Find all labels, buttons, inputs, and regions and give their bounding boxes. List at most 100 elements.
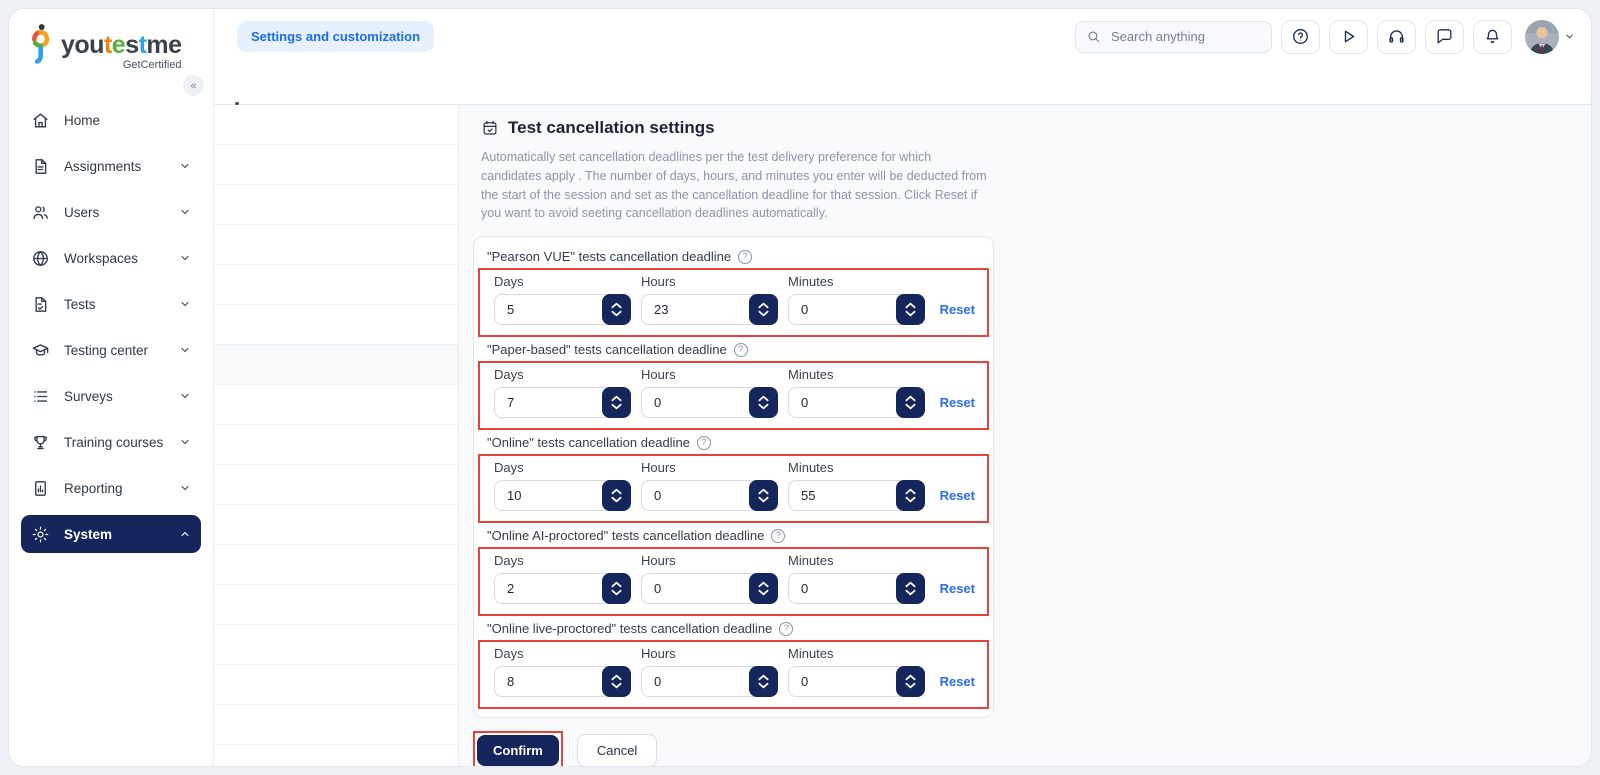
main-column: Settings and customization [214, 9, 1591, 766]
reset-link[interactable]: Reset [940, 488, 975, 503]
content: Test cancellation settings Automatically… [459, 105, 1591, 766]
bell-button[interactable] [1473, 20, 1512, 54]
minutes-stepper[interactable] [896, 387, 925, 418]
menu-item-test-authorization-limit[interactable] [214, 425, 458, 465]
chevron-up-icon [905, 302, 916, 309]
hours-field: Hours [641, 460, 778, 511]
tabs [214, 64, 1591, 105]
breadcrumb[interactable]: Settings and customization [237, 21, 434, 52]
reset-link[interactable]: Reset [940, 395, 975, 410]
hours-label: Hours [641, 274, 778, 289]
minutes-stepper[interactable] [896, 573, 925, 604]
hours-stepper[interactable] [749, 387, 778, 418]
menu-item-password-configuration[interactable] [214, 225, 458, 265]
days-stepper[interactable] [602, 387, 631, 418]
chevron-down-icon [611, 496, 622, 503]
menu-item-answer-ordinal-markup[interactable] [214, 465, 458, 505]
chevron-down-icon [905, 589, 916, 596]
chevron-up-icon [758, 488, 769, 495]
chevron-up-icon [758, 674, 769, 681]
hours-stepper[interactable] [749, 573, 778, 604]
sidebar-item-label: Testing center [64, 343, 148, 358]
chevron-up-icon [611, 581, 622, 588]
reset-link[interactable]: Reset [940, 581, 975, 596]
logo-letter: you [61, 31, 104, 59]
days-label: Days [494, 274, 631, 289]
sidebar-item-home[interactable]: Home [21, 97, 201, 143]
help-button[interactable] [1281, 20, 1320, 54]
menu-item-test-cancellation-settings[interactable] [214, 345, 458, 385]
hours-field: Hours [641, 367, 778, 418]
sidebar-subitem[interactable] [26, 565, 199, 585]
menu-item-date-and-time[interactable] [214, 105, 458, 145]
cancel-button[interactable]: Cancel [577, 734, 657, 766]
menu-item-web-session-parameters[interactable] [214, 145, 458, 185]
chevron-down-icon [611, 310, 622, 317]
sidebar-item-workspaces[interactable]: Workspaces [21, 235, 201, 281]
menu-item-test-booking-settings[interactable] [214, 305, 458, 345]
sidebar-item-reporting[interactable]: Reporting [21, 465, 201, 511]
days-stepper[interactable] [602, 666, 631, 697]
menu-item-upcoming-testing-session[interactable] [214, 705, 458, 745]
avatar[interactable] [1525, 20, 1559, 54]
menu-item-score-report-setup[interactable] [214, 505, 458, 545]
play-button[interactable] [1329, 20, 1368, 54]
chevron-down-icon [905, 682, 916, 689]
days-stepper[interactable] [602, 294, 631, 325]
menu-item-attempt-continuation-settings[interactable] [214, 385, 458, 425]
actions-row: Confirm Cancel [473, 731, 1571, 766]
deadline-group-label: "Online live-proctored" tests cancellati… [487, 621, 772, 636]
days-field: Days [494, 367, 631, 418]
logo: youtestme GetCertified [9, 21, 213, 71]
sidebar-item-users[interactable]: Users [21, 189, 201, 235]
minutes-stepper[interactable] [896, 480, 925, 511]
users-icon [31, 202, 51, 222]
days-stepper[interactable] [602, 573, 631, 604]
menu-item-internal-network[interactable] [214, 185, 458, 225]
minutes-stepper[interactable] [896, 294, 925, 325]
sidebar-subitem[interactable] [26, 605, 199, 625]
chevron-down-icon [179, 206, 191, 218]
sidebar-item-tests[interactable]: Tests [21, 281, 201, 327]
menu-item-safe-exam-browser-configurations[interactable] [214, 585, 458, 625]
hours-field: Hours [641, 646, 778, 697]
sidebar-item-assignments[interactable]: Assignments [21, 143, 201, 189]
hours-label: Hours [641, 553, 778, 568]
sidebar-item-system[interactable]: System [21, 515, 201, 553]
search-input[interactable] [1109, 28, 1261, 45]
chevron-down-icon [179, 482, 191, 494]
minutes-stepper[interactable] [896, 666, 925, 697]
reset-link[interactable]: Reset [940, 674, 975, 689]
chevron-down-icon [1564, 31, 1575, 42]
minutes-label: Minutes [788, 553, 925, 568]
deadline-group-label: "Online AI-proctored" tests cancellation… [487, 528, 764, 543]
menu-item-user-account-settings[interactable] [214, 265, 458, 305]
chat-button[interactable] [1425, 20, 1464, 54]
menu-item-knowledge-deficiency-report-setup[interactable] [214, 545, 458, 585]
sidebar-subitem[interactable] [26, 585, 199, 605]
headset-button[interactable] [1377, 20, 1416, 54]
reset-link[interactable]: Reset [940, 302, 975, 317]
menu-item-email-server[interactable] [214, 665, 458, 705]
user-menu[interactable] [1525, 20, 1575, 54]
sidebar-item-training-courses[interactable]: Training courses [21, 419, 201, 465]
hours-stepper[interactable] [749, 294, 778, 325]
chevron-up-icon [905, 395, 916, 402]
sidebar-item-label: Users [64, 205, 99, 220]
sidebar-collapse-button[interactable]: « [183, 75, 204, 96]
system-subnav [9, 557, 213, 625]
chevron-up-icon [758, 302, 769, 309]
days-stepper[interactable] [602, 480, 631, 511]
menu-item-enable-test-update[interactable] [214, 745, 458, 766]
confirm-button[interactable]: Confirm [477, 735, 559, 766]
deadline-group-title: "Paper-based" tests cancellation deadlin… [487, 342, 983, 357]
menu-item-additional-modules-setup[interactable] [214, 625, 458, 665]
hours-label: Hours [641, 646, 778, 661]
hours-stepper[interactable] [749, 666, 778, 697]
hours-stepper[interactable] [749, 480, 778, 511]
sidebar-item-surveys[interactable]: Surveys [21, 373, 201, 419]
sidebar-item-label: Home [64, 113, 100, 128]
sidebar-item-testing-center[interactable]: Testing center [21, 327, 201, 373]
surveys-icon [31, 386, 51, 406]
annotation-highlight: Days Hours [478, 454, 989, 523]
